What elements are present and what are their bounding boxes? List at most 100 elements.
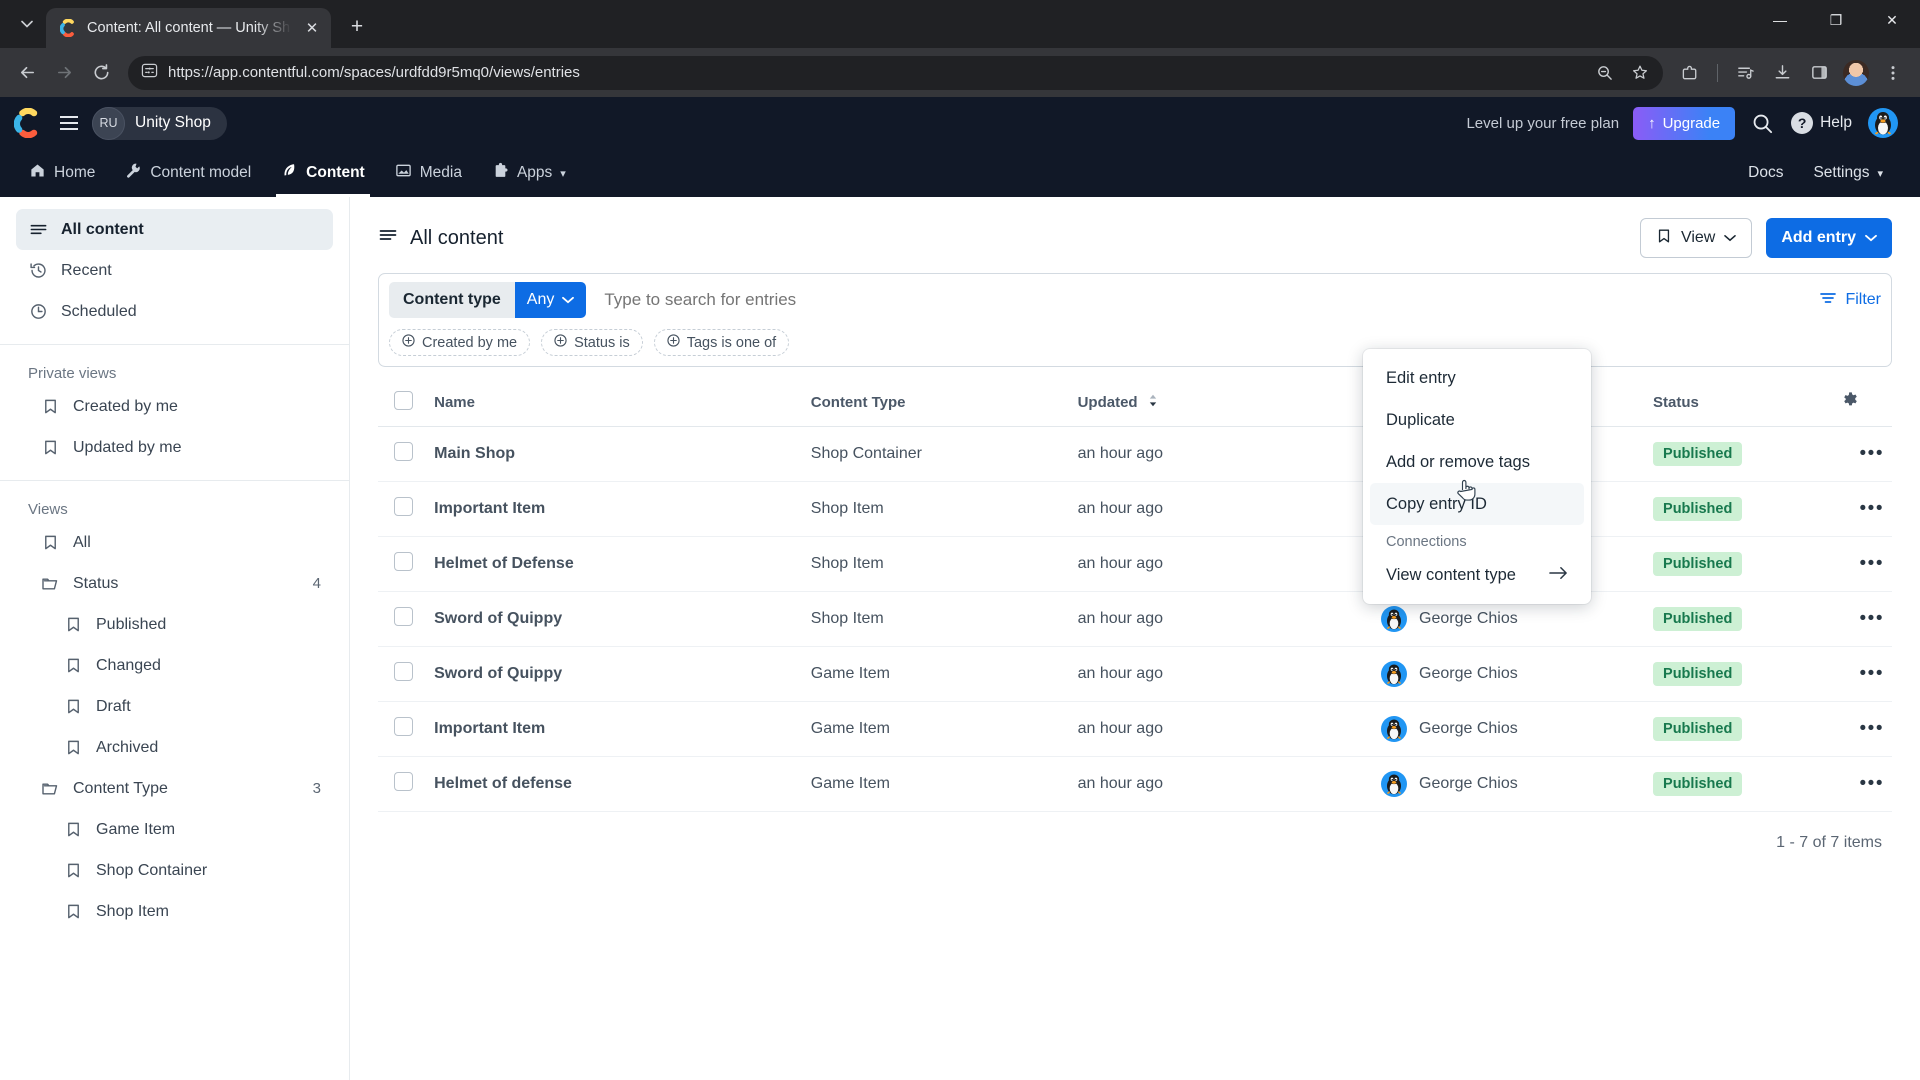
back-icon[interactable]: [10, 56, 44, 90]
search-input[interactable]: [586, 290, 1806, 310]
nav-item-settings[interactable]: Settings ▾: [1798, 164, 1898, 182]
nav-item-docs[interactable]: Docs: [1733, 164, 1798, 182]
sidebar-item-updated-by-me[interactable]: Updated by me: [28, 427, 333, 468]
sidebar-item-status[interactable]: Status 4: [28, 563, 333, 604]
sidebar-item-all-content[interactable]: All content: [16, 209, 333, 250]
context-menu-item-edit-entry[interactable]: Edit entry: [1370, 357, 1584, 399]
row-checkbox[interactable]: [394, 772, 413, 791]
row-name[interactable]: Helmet of Defense: [426, 536, 803, 592]
filter-chip-status-is[interactable]: Status is: [541, 329, 643, 356]
nav-item-apps[interactable]: Apps ▾: [477, 149, 581, 197]
column-header-content-type[interactable]: Content Type: [802, 381, 1070, 427]
ellipsis-icon[interactable]: •••: [1860, 553, 1884, 574]
content-type-filter-value[interactable]: Any: [514, 282, 587, 318]
sidebar-item-all[interactable]: All: [28, 522, 333, 563]
select-all-checkbox[interactable]: [394, 391, 413, 410]
help-button[interactable]: ? Help: [1791, 112, 1852, 134]
context-menu-item-duplicate[interactable]: Duplicate: [1370, 399, 1584, 441]
arrow-right-icon: [1549, 565, 1568, 585]
chrome-menu-icon[interactable]: [1876, 56, 1910, 90]
bookmark-star-icon[interactable]: [1623, 56, 1657, 90]
side-panel-icon[interactable]: [1802, 56, 1836, 90]
browser-tab[interactable]: Content: All content — Unity Sh ✕: [46, 8, 331, 48]
sidebar-item-draft[interactable]: Draft: [28, 686, 333, 727]
avatar[interactable]: [1868, 108, 1898, 138]
nav-item-content[interactable]: Content: [266, 149, 380, 197]
new-tab-button[interactable]: +: [340, 10, 374, 44]
sidebar-item-recent[interactable]: Recent: [16, 250, 333, 291]
content-type-filter[interactable]: Content type Any: [389, 282, 587, 318]
nav-item-content-model[interactable]: Content model: [110, 149, 266, 197]
upgrade-button[interactable]: ↑ Upgrade: [1633, 106, 1736, 140]
context-menu-item-copy-entry-id[interactable]: Copy entry ID: [1370, 483, 1584, 525]
row-checkbox[interactable]: [394, 662, 413, 681]
column-header-status[interactable]: Status: [1645, 381, 1834, 427]
downloads-icon[interactable]: [1765, 56, 1799, 90]
filter-button[interactable]: Filter: [1805, 291, 1881, 310]
window-maximize-button[interactable]: ❐: [1808, 0, 1864, 40]
sidebar-item-created-by-me[interactable]: Created by me: [28, 386, 333, 427]
contentful-logo-icon[interactable]: [13, 107, 44, 139]
window-minimize-button[interactable]: —: [1752, 0, 1808, 40]
ellipsis-icon[interactable]: •••: [1860, 443, 1884, 464]
search-icon[interactable]: [1743, 104, 1781, 142]
sidebar-item-published[interactable]: Published: [28, 604, 333, 645]
context-menu-item-add-or-remove-tags[interactable]: Add or remove tags: [1370, 441, 1584, 483]
row-name[interactable]: Main Shop: [426, 426, 803, 482]
window-close-button[interactable]: ✕: [1864, 0, 1920, 40]
ellipsis-icon[interactable]: •••: [1860, 608, 1884, 629]
row-checkbox[interactable]: [394, 497, 413, 516]
filter-chip-created-by-me[interactable]: Created by me: [389, 329, 531, 356]
table-row[interactable]: Sword of Quippy Game Item an hour ago Ge…: [378, 646, 1892, 702]
ellipsis-icon[interactable]: •••: [1860, 718, 1884, 739]
row-name[interactable]: Important Item: [426, 481, 803, 537]
gear-icon[interactable]: [1841, 392, 1860, 414]
sidebar-item-content-type[interactable]: Content Type 3: [28, 768, 333, 809]
ellipsis-icon[interactable]: •••: [1860, 663, 1884, 684]
extensions-icon[interactable]: [1673, 56, 1707, 90]
table-row[interactable]: Helmet of defense Game Item an hour ago …: [378, 756, 1892, 812]
table-row[interactable]: Important Item Shop Item an hour ago Geo…: [378, 481, 1892, 537]
nav-item-media[interactable]: Media: [380, 149, 477, 197]
sidebar-item-game-item[interactable]: Game Item: [28, 809, 333, 850]
filter-icon: [1819, 291, 1837, 310]
tab-search-icon[interactable]: [8, 7, 46, 41]
reading-list-icon[interactable]: [1728, 56, 1762, 90]
table-row[interactable]: Important Item Game Item an hour ago Geo…: [378, 701, 1892, 757]
row-checkbox[interactable]: [394, 442, 413, 461]
row-name[interactable]: Sword of Quippy: [426, 591, 803, 647]
sidebar-item-shop-item[interactable]: Shop Item: [28, 891, 333, 932]
add-entry-button[interactable]: Add entry: [1766, 218, 1892, 258]
sort-desc-icon[interactable]: [1148, 394, 1158, 411]
sidebar-item-changed[interactable]: Changed: [28, 645, 333, 686]
space-selector[interactable]: RU Unity Shop: [92, 106, 227, 140]
nav-item-home[interactable]: Home: [14, 149, 110, 197]
sidebar-item-scheduled[interactable]: Scheduled: [16, 291, 333, 332]
table-row[interactable]: Helmet of Defense Shop Item an hour ago …: [378, 536, 1892, 592]
row-name[interactable]: Sword of Quippy: [426, 646, 803, 702]
sidebar-item-archived[interactable]: Archived: [28, 727, 333, 768]
row-checkbox[interactable]: [394, 607, 413, 626]
table-row[interactable]: Main Shop Shop Container an hour ago Geo…: [378, 426, 1892, 482]
table-row[interactable]: Sword of Quippy Shop Item an hour ago Ge…: [378, 591, 1892, 647]
row-name[interactable]: Important Item: [426, 701, 803, 757]
column-header-updated[interactable]: Updated: [1069, 381, 1373, 427]
profile-avatar[interactable]: [1839, 56, 1873, 90]
filter-chip-tags-is-one-of[interactable]: Tags is one of: [653, 329, 790, 356]
reload-icon[interactable]: [84, 56, 118, 90]
view-button[interactable]: View: [1639, 218, 1753, 258]
row-checkbox[interactable]: [394, 552, 413, 571]
row-checkbox[interactable]: [394, 717, 413, 736]
tab-close-icon[interactable]: ✕: [301, 17, 323, 39]
sidebar-item-shop-container[interactable]: Shop Container: [28, 850, 333, 891]
row-name[interactable]: Helmet of defense: [426, 756, 803, 812]
zoom-icon[interactable]: [1587, 56, 1621, 90]
ellipsis-icon[interactable]: •••: [1860, 773, 1884, 794]
forward-icon[interactable]: [47, 56, 81, 90]
main-menu-icon[interactable]: [52, 106, 86, 140]
ellipsis-icon[interactable]: •••: [1860, 498, 1884, 519]
address-bar[interactable]: https://app.contentful.com/spaces/urdfdd…: [128, 55, 1663, 90]
column-header-name[interactable]: Name: [426, 381, 803, 427]
context-menu-item-view-content-type[interactable]: View content type: [1370, 554, 1584, 596]
page-info-icon[interactable]: [141, 62, 158, 84]
